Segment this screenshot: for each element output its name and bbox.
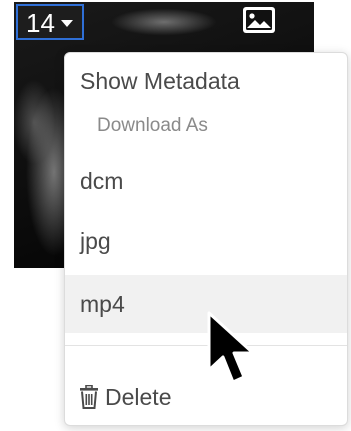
chevron-down-icon (61, 20, 73, 27)
delete-label: Delete (105, 384, 172, 410)
download-as-header: Download As (97, 115, 208, 136)
delete-item[interactable]: Delete (65, 375, 347, 419)
menu-divider (65, 345, 347, 346)
download-dcm-item[interactable]: dcm (65, 159, 347, 203)
series-number-dropdown[interactable]: 14 (16, 4, 84, 40)
context-menu: Show Metadata Download As dcm jpg mp4 De… (64, 52, 348, 426)
trash-icon (80, 385, 98, 409)
image-icon[interactable] (242, 6, 276, 34)
viewer-stage: 14 Show Metadata Download As dcm jpg mp4… (0, 0, 351, 431)
series-number-label: 14 (26, 8, 55, 38)
download-mp4-item[interactable]: mp4 (65, 275, 347, 333)
download-jpg-item[interactable]: jpg (65, 219, 347, 263)
show-metadata-item[interactable]: Show Metadata (65, 59, 347, 103)
